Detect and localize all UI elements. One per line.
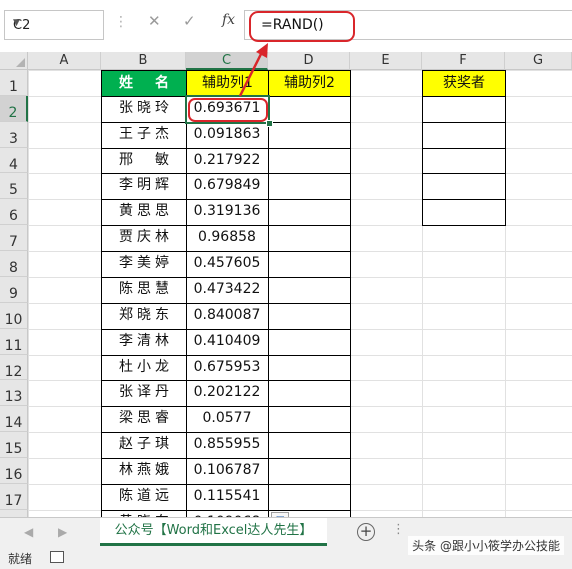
annotation-arrow [238,43,268,97]
status-ready: 就绪 [8,552,33,566]
arrow-head [256,43,268,58]
more-dots-icon: ⋮ [392,522,405,537]
macro-record-icon[interactable] [50,551,64,563]
add-sheet-icon[interactable]: + [357,523,375,541]
tab-next-icon[interactable]: ▶ [58,525,67,539]
arrow-line [238,51,264,97]
watermark: 头条 @跟小小筱学办公技能 [408,536,564,555]
sheet-tab[interactable]: 公众号【Word和Excel达人先生】 [100,518,327,546]
tab-prev-icon[interactable]: ◀ [24,525,33,539]
